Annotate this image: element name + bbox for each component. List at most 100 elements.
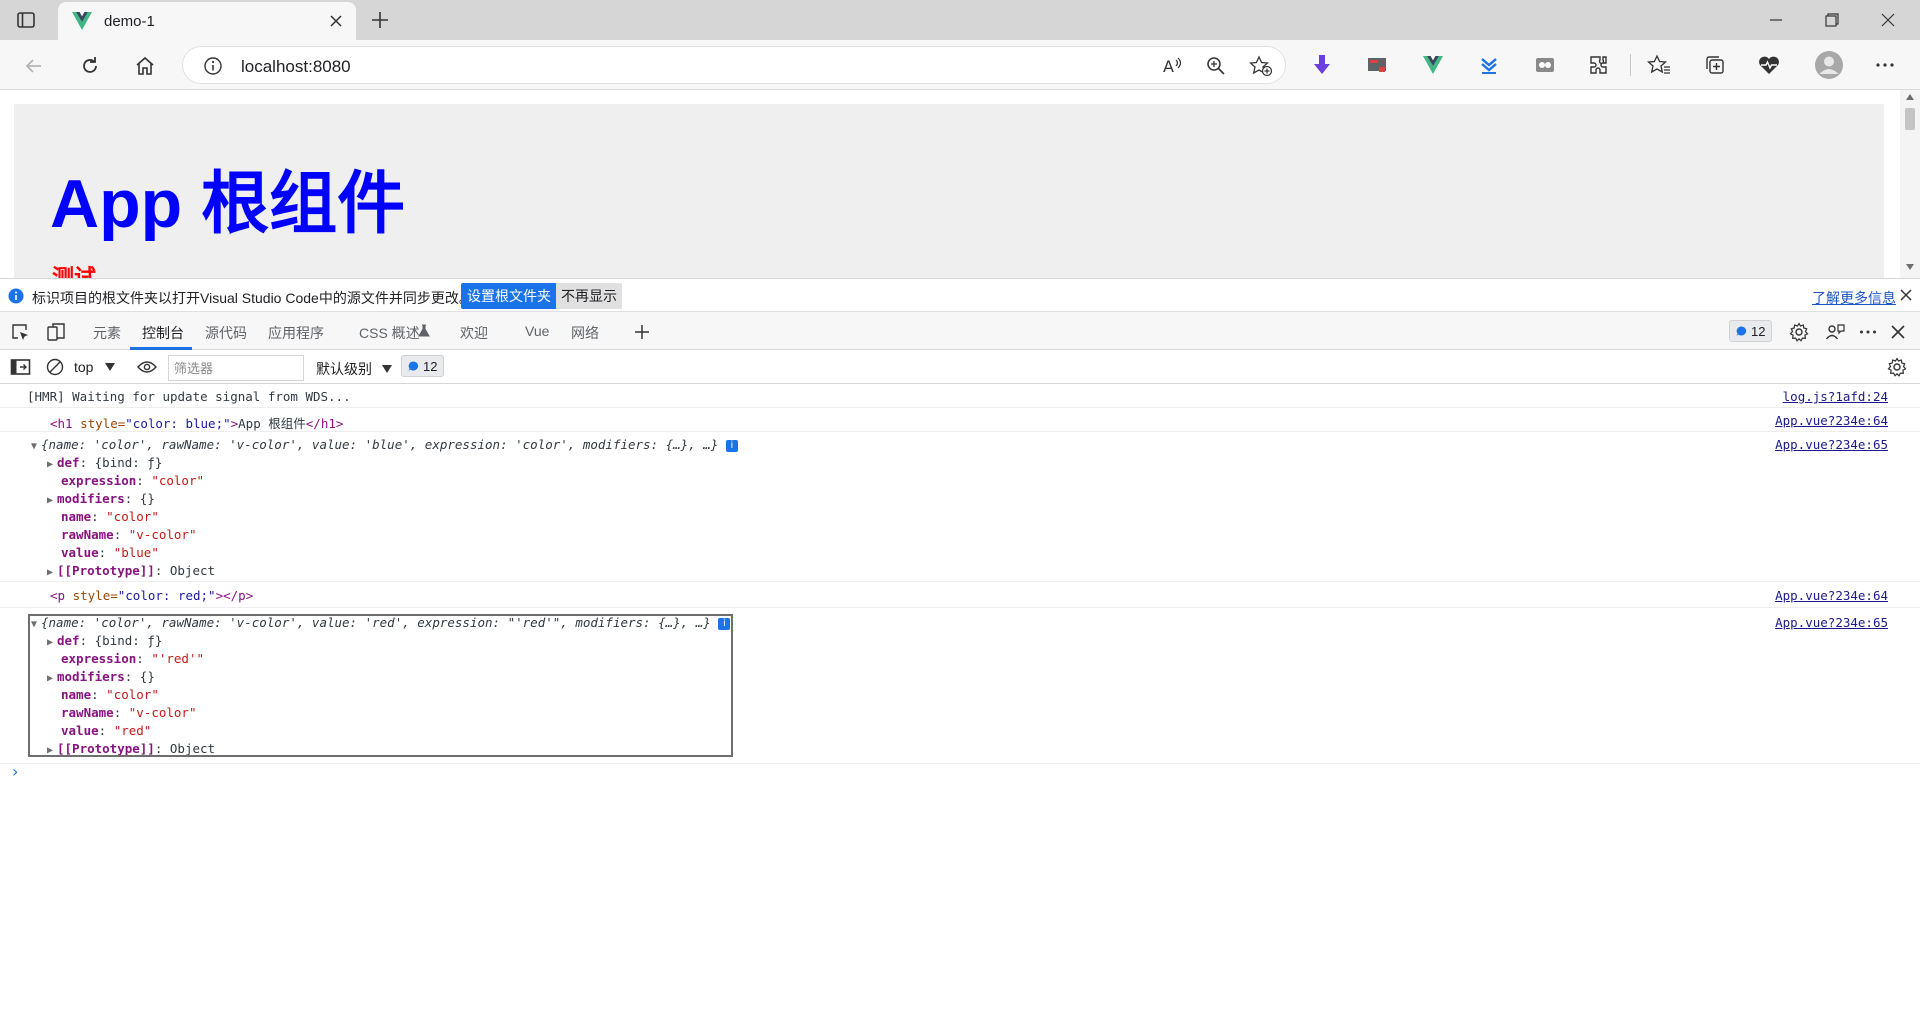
dont-show-again-button[interactable]: 不再显示 (556, 283, 622, 309)
console-settings-icon[interactable] (1887, 357, 1907, 377)
download-extension-icon[interactable] (1307, 50, 1337, 80)
close-devtools-icon[interactable] (1887, 321, 1909, 343)
close-window-icon[interactable] (1860, 0, 1916, 40)
scrollbar-thumb[interactable] (1905, 108, 1915, 130)
url-text[interactable]: localhost:8080 (241, 57, 351, 77)
tab-sources[interactable]: 源代码 (205, 323, 247, 343)
read-aloud-icon[interactable]: A (1161, 55, 1183, 77)
set-root-folder-button[interactable]: 设置根文件夹 (461, 283, 557, 309)
devtools-more-icon[interactable] (1857, 321, 1879, 343)
svg-text:A: A (1163, 57, 1174, 76)
clear-console-icon[interactable] (46, 358, 64, 376)
collapsed-triangle-icon: ▶ (47, 495, 54, 506)
context-value: top (74, 359, 94, 375)
layers-extension-icon[interactable] (1474, 50, 1504, 80)
flask-icon (418, 324, 430, 338)
close-infobar-icon[interactable] (1900, 289, 1912, 301)
app-root-container: App 根组件 测试 (14, 104, 1884, 278)
console-message: [HMR] Waiting for update signal from WDS… (0, 384, 1920, 408)
object-summary[interactable]: ▼ {name: 'color', rawName: 'v-color', val… (31, 437, 738, 452)
address-bar-row: localhost:8080 A (0, 40, 1920, 90)
tab-application[interactable]: 应用程序 (268, 323, 324, 343)
log-level-value: 默认级别 (316, 361, 372, 377)
device-emulation-icon[interactable] (45, 321, 67, 343)
property-row: rawName: "v-color" (61, 527, 197, 542)
issues-badge[interactable]: 12 (1729, 320, 1773, 342)
source-link[interactable]: App.vue?234e:65 (1775, 615, 1888, 630)
console-prompt-icon[interactable]: › (12, 762, 18, 781)
selected-object-outline (28, 614, 733, 757)
vue-logo-icon (72, 12, 92, 30)
page-viewport: App 根组件 测试 (0, 90, 1920, 278)
add-favorite-icon[interactable] (1249, 55, 1273, 77)
scroll-down-icon[interactable] (1906, 264, 1914, 270)
property-row[interactable]: ▶ [[Prototype]]: Object (47, 563, 215, 578)
message-icon (1736, 326, 1747, 336)
element-node[interactable]: <p style="color: red;"></p> (50, 588, 253, 603)
feedback-icon[interactable] (1824, 321, 1846, 343)
new-tab-icon[interactable] (368, 8, 392, 32)
window-titlebar: demo-1 (0, 0, 1920, 40)
info-icon[interactable] (203, 56, 223, 76)
app-paragraph: 测试 (52, 265, 97, 278)
settings-gear-icon[interactable] (1788, 321, 1810, 343)
tab-elements[interactable]: 元素 (93, 323, 121, 343)
collections-icon[interactable] (1700, 50, 1730, 80)
inspect-element-icon[interactable] (9, 321, 31, 343)
show-sidebar-icon[interactable] (10, 357, 32, 377)
context-selector[interactable]: top (74, 356, 116, 378)
tab-actions-icon[interactable] (14, 8, 38, 32)
console-message: <p style="color: red;"></p> App.vue?234e… (0, 582, 1920, 608)
console-object-message: ▼ {name: 'color', rawName: 'v-color', val… (0, 432, 1920, 582)
info-badge-icon: i (725, 440, 738, 452)
restore-icon[interactable] (1804, 0, 1860, 40)
app-heading: App 根组件 (50, 166, 406, 242)
element-node[interactable]: <h1 style="color: blue;">App 根组件</h1> (50, 413, 343, 432)
browser-tab[interactable]: demo-1 (58, 2, 356, 40)
collapsed-triangle-icon: ▶ (47, 459, 54, 470)
picture-extension-icon[interactable] (1530, 50, 1560, 80)
issues-count: 12 (1751, 323, 1766, 339)
zoom-icon[interactable] (1205, 55, 1227, 77)
source-link[interactable]: App.vue?234e:64 (1775, 588, 1888, 603)
source-link[interactable]: App.vue?234e:65 (1775, 437, 1888, 452)
tab-console[interactable]: 控制台 (142, 323, 184, 343)
info-circle-icon (8, 288, 24, 304)
property-row[interactable]: ▶ modifiers: {} (47, 491, 155, 506)
source-link[interactable]: App.vue?234e:64 (1775, 413, 1888, 428)
devtools-tabbar: 元素 控制台 源代码 应用程序 CSS 概述 欢迎 Vue 网络 12 (0, 312, 1920, 350)
property-row[interactable]: ▶ def: {bind: ƒ} (47, 455, 162, 470)
vue-devtools-icon[interactable] (1418, 50, 1448, 80)
page-scrollbar[interactable] (1900, 90, 1920, 278)
dropdown-arrow-icon (105, 363, 116, 371)
address-bar[interactable]: localhost:8080 A (182, 46, 1286, 84)
extensions-icon[interactable] (1584, 50, 1614, 80)
tab-css-overview[interactable]: CSS 概述 (359, 323, 420, 343)
learn-more-link[interactable]: 了解更多信息 (1812, 288, 1896, 308)
live-expression-eye-icon[interactable] (137, 360, 157, 374)
screen-extension-icon[interactable] (1362, 50, 1392, 80)
home-icon[interactable] (127, 48, 163, 84)
browser-essentials-icon[interactable] (1754, 50, 1784, 80)
profile-avatar[interactable] (1813, 49, 1845, 81)
filter-input[interactable] (168, 355, 304, 381)
close-tab-icon[interactable] (328, 13, 344, 29)
console-issues-badge[interactable]: 12 (401, 355, 445, 377)
favorites-icon[interactable] (1644, 50, 1674, 80)
property-row: expression: "color" (61, 473, 205, 488)
log-level-selector[interactable]: 默认级别 (316, 359, 392, 379)
tab-welcome[interactable]: 欢迎 (460, 323, 488, 343)
minimize-icon[interactable] (1748, 0, 1804, 40)
scroll-up-icon[interactable] (1906, 94, 1914, 100)
tab-vue[interactable]: Vue (525, 323, 549, 339)
property-row: name: "color" (61, 509, 159, 524)
back-icon[interactable] (16, 48, 52, 84)
devtools-infobar: 标识项目的根文件夹以打开Visual Studio Code中的源文件并同步更改… (0, 278, 1920, 312)
source-link[interactable]: log.js?1afd:24 (1783, 389, 1888, 404)
reload-icon[interactable] (72, 48, 108, 84)
expanded-triangle-icon: ▼ (31, 441, 38, 452)
console-output: [HMR] Waiting for update signal from WDS… (0, 384, 1920, 1020)
tab-network[interactable]: 网络 (571, 323, 599, 343)
more-tools-plus-icon[interactable] (631, 321, 653, 343)
more-options-icon[interactable] (1870, 50, 1900, 80)
